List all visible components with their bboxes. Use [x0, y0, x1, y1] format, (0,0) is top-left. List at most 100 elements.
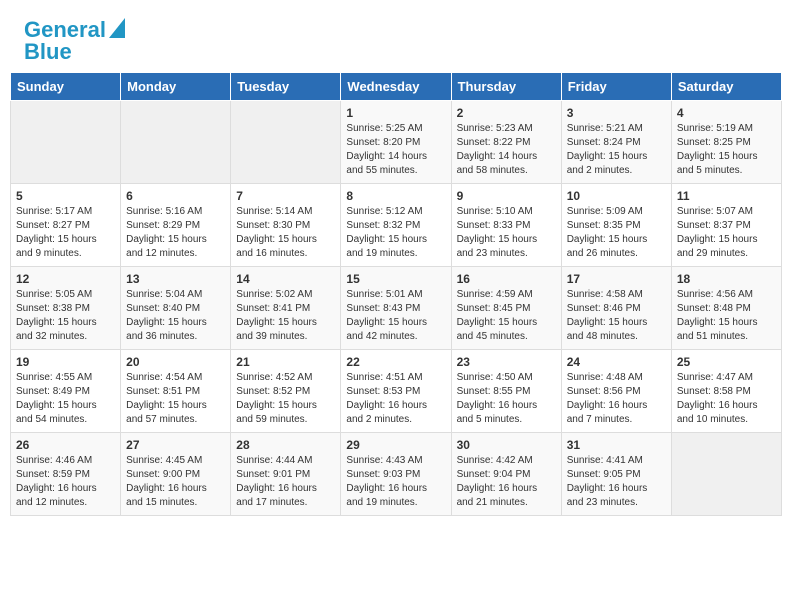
day-number: 3: [567, 106, 666, 120]
day-info: Sunrise: 5:10 AMSunset: 8:33 PMDaylight:…: [457, 205, 556, 261]
day-cell: 31 Sunrise: 4:41 AMSunset: 9:05 PMDayligh…: [561, 433, 671, 516]
day-info: Sunrise: 5:05 AMSunset: 8:38 PMDaylight:…: [16, 288, 115, 344]
day-cell: 16Sunrise: 4:59 AMSunset: 8:45 PMDayligh…: [451, 267, 561, 350]
day-info: Sunrise: 4:52 AMSunset: 8:52 PMDaylight:…: [236, 371, 335, 427]
day-info: Sunrise: 4:45 AMSunset: 9:00 PMDaylight:…: [126, 454, 225, 510]
day-info: Sunrise: 4:50 AMSunset: 8:55 PMDaylight:…: [457, 371, 556, 427]
day-header-tuesday: Tuesday: [231, 73, 341, 101]
calendar: SundayMondayTuesdayWednesdayThursdayFrid…: [0, 72, 792, 526]
day-number: 6: [126, 189, 225, 203]
day-number: 26: [16, 438, 115, 452]
day-info: Sunrise: 5:01 AMSunset: 8:43 PMDaylight:…: [346, 288, 445, 344]
day-number: 31: [567, 438, 666, 452]
day-cell: 4Sunrise: 5:19 AMSunset: 8:25 PMDaylight…: [671, 101, 781, 184]
day-cell: 21 Sunrise: 4:52 AMSunset: 8:52 PMDayligh…: [231, 350, 341, 433]
day-info: Sunrise: 4:46 AMSunset: 8:59 PMDaylight:…: [16, 454, 115, 510]
logo-text-blue: Blue: [24, 40, 72, 64]
day-info: Sunrise: 4:54 AMSunset: 8:51 PMDaylight:…: [126, 371, 225, 427]
day-cell: 20 Sunrise: 4:54 AMSunset: 8:51 PMDayligh…: [121, 350, 231, 433]
day-cell: 24 Sunrise: 4:48 AMSunset: 8:56 PMDayligh…: [561, 350, 671, 433]
day-cell: 28Sunrise: 4:44 AMSunset: 9:01 PMDayligh…: [231, 433, 341, 516]
week-row-2: 5 Sunrise: 5:17 AMSunset: 8:27 PMDaylight…: [11, 184, 782, 267]
day-info: Sunrise: 4:55 AMSunset: 8:49 PMDaylight:…: [16, 371, 115, 427]
day-number: 2: [457, 106, 556, 120]
day-number: 20: [126, 355, 225, 369]
day-number: 1: [346, 106, 445, 120]
page-header: General Blue: [0, 0, 792, 72]
day-cell: 18 Sunrise: 4:56 AMSunset: 8:48 PMDayligh…: [671, 267, 781, 350]
day-info: Sunrise: 4:56 AMSunset: 8:48 PMDaylight:…: [677, 288, 776, 344]
day-cell: 1 Sunrise: 5:25 AMSunset: 8:20 PMDaylight…: [341, 101, 451, 184]
day-cell: [231, 101, 341, 184]
day-number: 30: [457, 438, 556, 452]
day-number: 7: [236, 189, 335, 203]
day-cell: 26 Sunrise: 4:46 AMSunset: 8:59 PMDayligh…: [11, 433, 121, 516]
day-cell: 14 Sunrise: 5:02 AMSunset: 8:41 PMDayligh…: [231, 267, 341, 350]
calendar-body: 1 Sunrise: 5:25 AMSunset: 8:20 PMDaylight…: [11, 101, 782, 516]
day-cell: 27 Sunrise: 4:45 AMSunset: 9:00 PMDayligh…: [121, 433, 231, 516]
day-header-saturday: Saturday: [671, 73, 781, 101]
day-number: 14: [236, 272, 335, 286]
day-info: Sunrise: 4:41 AMSunset: 9:05 PMDaylight:…: [567, 454, 666, 510]
day-number: 5: [16, 189, 115, 203]
day-cell: 10Sunrise: 5:09 AMSunset: 8:35 PMDayligh…: [561, 184, 671, 267]
day-number: 22: [346, 355, 445, 369]
day-number: 13: [126, 272, 225, 286]
calendar-table: SundayMondayTuesdayWednesdayThursdayFrid…: [10, 72, 782, 516]
day-info: Sunrise: 5:12 AMSunset: 8:32 PMDaylight:…: [346, 205, 445, 261]
day-cell: 17 Sunrise: 4:58 AMSunset: 8:46 PMDayligh…: [561, 267, 671, 350]
day-cell: [11, 101, 121, 184]
day-number: 21: [236, 355, 335, 369]
day-cell: 6Sunrise: 5:16 AMSunset: 8:29 PMDaylight…: [121, 184, 231, 267]
day-info: Sunrise: 4:58 AMSunset: 8:46 PMDaylight:…: [567, 288, 666, 344]
day-info: Sunrise: 5:23 AMSunset: 8:22 PMDaylight:…: [457, 122, 556, 178]
day-cell: 11Sunrise: 5:07 AMSunset: 8:37 PMDayligh…: [671, 184, 781, 267]
day-cell: 23 Sunrise: 4:50 AMSunset: 8:55 PMDayligh…: [451, 350, 561, 433]
day-info: Sunrise: 5:14 AMSunset: 8:30 PMDaylight:…: [236, 205, 335, 261]
day-info: Sunrise: 5:21 AMSunset: 8:24 PMDaylight:…: [567, 122, 666, 178]
day-info: Sunrise: 5:17 AMSunset: 8:27 PMDaylight:…: [16, 205, 115, 261]
week-row-1: 1 Sunrise: 5:25 AMSunset: 8:20 PMDaylight…: [11, 101, 782, 184]
day-number: 12: [16, 272, 115, 286]
logo-triangle-icon: [109, 18, 125, 38]
day-number: 19: [16, 355, 115, 369]
day-info: Sunrise: 4:43 AMSunset: 9:03 PMDaylight:…: [346, 454, 445, 510]
day-cell: 12 Sunrise: 5:05 AMSunset: 8:38 PMDayligh…: [11, 267, 121, 350]
day-number: 15: [346, 272, 445, 286]
day-info: Sunrise: 4:48 AMSunset: 8:56 PMDaylight:…: [567, 371, 666, 427]
day-cell: 7 Sunrise: 5:14 AMSunset: 8:30 PMDaylight…: [231, 184, 341, 267]
week-row-4: 19 Sunrise: 4:55 AMSunset: 8:49 PMDayligh…: [11, 350, 782, 433]
day-number: 29: [346, 438, 445, 452]
day-info: Sunrise: 5:19 AMSunset: 8:25 PMDaylight:…: [677, 122, 776, 178]
day-number: 16: [457, 272, 556, 286]
calendar-header: SundayMondayTuesdayWednesdayThursdayFrid…: [11, 73, 782, 101]
day-info: Sunrise: 5:04 AMSunset: 8:40 PMDaylight:…: [126, 288, 225, 344]
day-header-monday: Monday: [121, 73, 231, 101]
day-header-thursday: Thursday: [451, 73, 561, 101]
day-cell: 30 Sunrise: 4:42 AMSunset: 9:04 PMDayligh…: [451, 433, 561, 516]
day-info: Sunrise: 5:07 AMSunset: 8:37 PMDaylight:…: [677, 205, 776, 261]
day-header-sunday: Sunday: [11, 73, 121, 101]
day-number: 27: [126, 438, 225, 452]
days-of-week-row: SundayMondayTuesdayWednesdayThursdayFrid…: [11, 73, 782, 101]
day-cell: 5 Sunrise: 5:17 AMSunset: 8:27 PMDaylight…: [11, 184, 121, 267]
day-cell: [121, 101, 231, 184]
day-number: 24: [567, 355, 666, 369]
day-info: Sunrise: 4:44 AMSunset: 9:01 PMDaylight:…: [236, 454, 335, 510]
day-cell: 3 Sunrise: 5:21 AMSunset: 8:24 PMDaylight…: [561, 101, 671, 184]
day-info: Sunrise: 4:42 AMSunset: 9:04 PMDaylight:…: [457, 454, 556, 510]
day-number: 18: [677, 272, 776, 286]
day-info: Sunrise: 4:47 AMSunset: 8:58 PMDaylight:…: [677, 371, 776, 427]
day-cell: 22Sunrise: 4:51 AMSunset: 8:53 PMDayligh…: [341, 350, 451, 433]
day-cell: 2 Sunrise: 5:23 AMSunset: 8:22 PMDaylight…: [451, 101, 561, 184]
day-cell: 25Sunrise: 4:47 AMSunset: 8:58 PMDayligh…: [671, 350, 781, 433]
day-info: Sunrise: 5:02 AMSunset: 8:41 PMDaylight:…: [236, 288, 335, 344]
day-info: Sunrise: 5:25 AMSunset: 8:20 PMDaylight:…: [346, 122, 445, 178]
day-info: Sunrise: 5:09 AMSunset: 8:35 PMDaylight:…: [567, 205, 666, 261]
day-cell: 9Sunrise: 5:10 AMSunset: 8:33 PMDaylight…: [451, 184, 561, 267]
day-number: 8: [346, 189, 445, 203]
day-header-wednesday: Wednesday: [341, 73, 451, 101]
day-number: 17: [567, 272, 666, 286]
day-number: 23: [457, 355, 556, 369]
day-cell: 15 Sunrise: 5:01 AMSunset: 8:43 PMDayligh…: [341, 267, 451, 350]
